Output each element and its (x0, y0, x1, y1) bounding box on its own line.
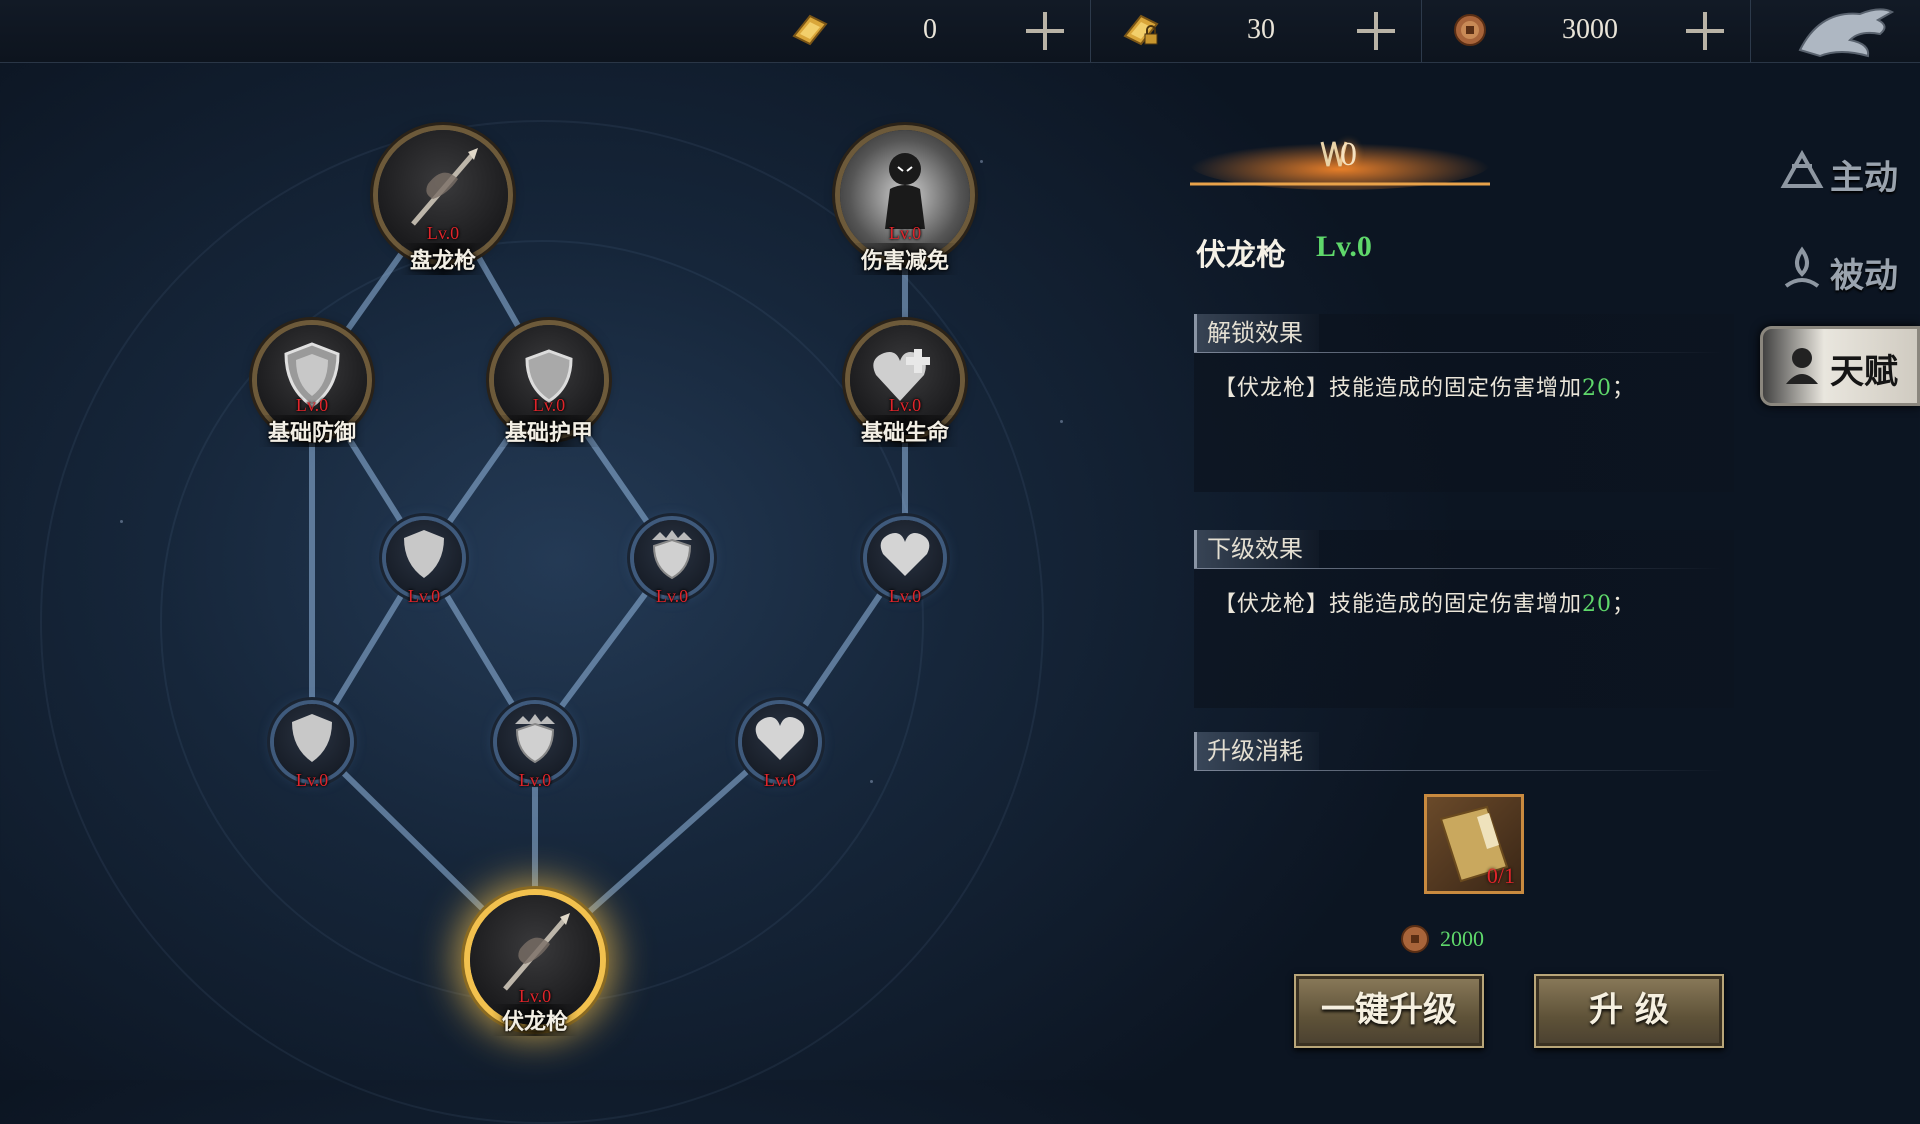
node-label: 伏龙枪 (491, 1004, 579, 1036)
node-label: 基础防御 (257, 415, 367, 447)
upgrade-button[interactable]: 升 级 (1534, 974, 1724, 1048)
add-locked-gold-button[interactable] (1357, 12, 1395, 50)
talent-icon (1786, 348, 1818, 384)
effect-value: 20 (1582, 592, 1613, 617)
node-level: Lv.0 (888, 395, 922, 415)
tab-active-skill[interactable]: 主动 (1760, 132, 1920, 212)
node-label: 基础护甲 (494, 415, 604, 447)
talent-node-mid-shield[interactable]: Lv.0 (374, 508, 474, 608)
tab-talent[interactable]: 天赋 (1760, 326, 1920, 406)
dragon-emblem-icon[interactable] (1760, 0, 1920, 62)
section-divider (1194, 352, 1724, 353)
crowned-shield-icon (515, 714, 555, 764)
coin-cost: 2000 (1400, 924, 1550, 954)
talent-node-low-heart[interactable]: Lv.0 (730, 692, 830, 792)
heart-icon (880, 533, 930, 576)
node-level: Lv.0 (295, 395, 329, 415)
talent-node-basic-life[interactable]: Lv.0 基础生命 (840, 315, 970, 447)
talent-node-basic-defense[interactable]: Lv.0 基础防御 (247, 315, 377, 447)
currency-copper-coin-value: 3000 (1562, 14, 1618, 45)
node-level: Lv.0 (655, 586, 689, 606)
tab-label: 主动 (1830, 158, 1898, 198)
effect-value: 20 (1582, 376, 1613, 401)
section-title: 解锁效果 (1194, 314, 1319, 352)
tab-label: 被动 (1830, 256, 1898, 296)
node-level: Lv.0 (532, 395, 566, 415)
currency-copper-coin: 3000 (1420, 0, 1751, 62)
effect-text: 【伏龙枪】技能造成的固定伤害增加 (1214, 376, 1583, 401)
shield-icon (292, 714, 332, 762)
skill-book-item[interactable]: 0/1 (1424, 794, 1524, 894)
item-count: 0/1 (1486, 863, 1515, 888)
next-level-effect-section: 下级效果 【伏龙枪】技能造成的固定伤害增加20； (1194, 530, 1734, 708)
node-level: Lv.0 (518, 770, 552, 790)
node-level: Lv.0 (426, 223, 460, 243)
rank-value: 0 (1340, 136, 1357, 173)
unlock-effect-section: 解锁效果 【伏龙枪】技能造成的固定伤害增加20； (1194, 314, 1734, 492)
node-label: 基础生命 (850, 415, 960, 447)
node-label: 伤害减免 (850, 243, 960, 275)
node-level: Lv.0 (295, 770, 329, 790)
coin-cost-value: 2000 (1440, 926, 1484, 951)
skill-level: Lv.0 (1316, 230, 1372, 263)
copper-coin-icon (1454, 14, 1486, 46)
copper-coin-icon (1401, 925, 1429, 953)
talent-node-low-shield[interactable]: Lv.0 (262, 692, 362, 792)
skill-name: 伏龙枪 (1196, 238, 1286, 273)
talent-node-basic-armor[interactable]: Lv.0 基础护甲 (484, 315, 614, 447)
next-effect-text: 【伏龙枪】技能造成的固定伤害增加20； (1214, 586, 1635, 618)
node-level: Lv.0 (888, 223, 922, 243)
section-divider (1194, 770, 1724, 771)
active-skill-icon (1780, 149, 1824, 188)
talent-node-fulong-selected[interactable]: Lv.0 伏龙枪 (455, 880, 615, 1040)
effect-text: 【伏龙枪】技能造成的固定伤害增加 (1214, 592, 1583, 617)
add-copper-coin-button[interactable] (1686, 12, 1724, 50)
talent-node-mid-heart[interactable]: Lv.0 (855, 508, 955, 608)
effect-punct: ； (1612, 592, 1636, 617)
talent-node-panlong[interactable]: Lv.0 盘龙枪 (363, 115, 523, 275)
talent-node-low-crowned-shield[interactable]: Lv.0 (485, 692, 585, 792)
spear-skill-icon (411, 147, 478, 226)
node-level: Lv.0 (763, 770, 797, 790)
node-level: Lv.0 (888, 586, 922, 606)
passive-skill-icon (1784, 246, 1820, 288)
upgrade-cost-section: 升级消耗 (1194, 732, 1734, 772)
shield-icon (404, 530, 444, 578)
crowned-shield-icon (652, 530, 692, 580)
section-divider (1194, 568, 1724, 569)
unlock-effect-text: 【伏龙枪】技能造成的固定伤害增加20； (1214, 370, 1635, 402)
heart-icon (755, 717, 805, 760)
tab-label: 天赋 (1830, 352, 1898, 392)
talent-node-damage-reduction[interactable]: Lv.0 伤害减免 (825, 115, 985, 275)
section-title: 下级效果 (1194, 530, 1319, 568)
talent-node-mid-crowned-shield[interactable]: Lv.0 (622, 508, 722, 608)
effect-punct: ； (1612, 376, 1636, 401)
one-click-upgrade-button[interactable]: 一键升级 (1294, 974, 1484, 1048)
node-label: 盘龙枪 (399, 243, 487, 275)
currency-locked-gold-value: 30 (1247, 14, 1275, 45)
tab-passive-skill[interactable]: 被动 (1760, 230, 1920, 310)
node-level: Lv.0 (407, 586, 441, 606)
talent-detail-panel: 0 伏龙枪 Lv.0 解锁效果 【伏龙枪】技能造成的固定伤害增加20； 下级效果… (1180, 62, 1760, 1080)
section-title: 升级消耗 (1194, 732, 1319, 770)
